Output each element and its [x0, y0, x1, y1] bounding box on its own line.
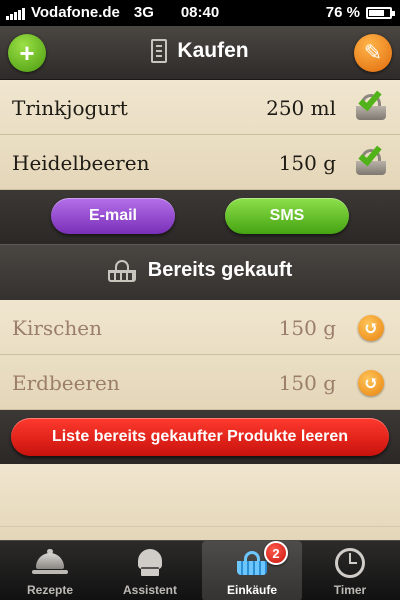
- section-title-text: Bereits gekauft: [147, 259, 293, 281]
- navigation-bar: + Kaufen ✎: [0, 26, 400, 80]
- battery-percent: 76 %: [325, 4, 360, 21]
- restore-item-icon[interactable]: ↺: [358, 315, 384, 341]
- battery-fill: [369, 9, 385, 16]
- bought-section-header: Bereits gekauft: [0, 244, 400, 300]
- tab-label: Rezepte: [26, 583, 73, 597]
- tab-bar: Rezepte Assistent 2 Einkäufe Timer: [0, 540, 400, 600]
- restore-item-icon[interactable]: ↺: [358, 370, 384, 396]
- page-title: Kaufen: [0, 39, 400, 63]
- tab-label: Timer: [333, 583, 367, 597]
- list-item[interactable]: Erdbeeren 150 g ↺: [0, 355, 400, 410]
- cloche-icon: [32, 547, 68, 579]
- item-quantity: 150 g: [278, 151, 336, 175]
- notification-badge: 2: [264, 541, 288, 565]
- basket-body: [356, 161, 386, 175]
- item-quantity: 150 g: [278, 316, 336, 340]
- item-quantity: 150 g: [278, 371, 336, 395]
- undo-arrow-icon: ↺: [363, 372, 379, 394]
- tab-timer[interactable]: Timer: [300, 541, 400, 600]
- empty-list-area: [0, 464, 400, 540]
- clear-button-bar: Liste bereits gekaufter Produkte leeren: [0, 410, 400, 464]
- item-name: Trinkjogurt: [12, 96, 128, 120]
- clear-bought-list-button[interactable]: Liste bereits gekaufter Produkte leeren: [11, 418, 389, 456]
- email-button[interactable]: E-mail: [51, 198, 175, 234]
- status-bar: Vodafone.de 3G 08:40 76 %: [0, 0, 400, 26]
- pencil-icon: ✎: [363, 40, 383, 65]
- tab-rezepte[interactable]: Rezepte: [0, 541, 100, 600]
- page-title-text: Kaufen: [177, 39, 249, 62]
- item-quantity: 250 ml: [266, 96, 336, 120]
- chef-hat-icon: [132, 547, 168, 579]
- item-name: Heidelbeeren: [12, 151, 150, 175]
- section-title: Bereits gekauft: [0, 259, 400, 282]
- item-name: Erdbeeren: [12, 371, 120, 395]
- tab-label: Assistent: [122, 583, 178, 597]
- basket-body: [107, 269, 136, 282]
- tab-assistent[interactable]: Assistent: [100, 541, 200, 600]
- sms-button[interactable]: SMS: [225, 198, 349, 234]
- shopping-list: Trinkjogurt 250 ml Heidelbeeren 150 g: [0, 80, 400, 190]
- list-document-icon: [151, 39, 168, 63]
- bought-list: Kirschen 150 g ↺ Erdbeeren 150 g ↺: [0, 300, 400, 410]
- tab-einkaeufe[interactable]: 2 Einkäufe: [202, 541, 302, 600]
- basket-body: [356, 106, 386, 120]
- undo-arrow-icon: ↺: [363, 317, 379, 339]
- mark-bought-basket-icon[interactable]: [352, 86, 390, 122]
- mark-bought-basket-icon[interactable]: [352, 141, 390, 177]
- tab-label: Einkäufe: [226, 583, 277, 597]
- battery-icon: [366, 6, 395, 19]
- list-item[interactable]: Trinkjogurt 250 ml: [0, 80, 400, 135]
- edit-list-button[interactable]: ✎: [354, 34, 392, 72]
- status-right: 76 %: [325, 4, 395, 21]
- divider: [0, 526, 400, 527]
- list-item[interactable]: Kirschen 150 g ↺: [0, 300, 400, 355]
- list-item[interactable]: Heidelbeeren 150 g: [0, 135, 400, 190]
- basket-icon: [107, 259, 136, 282]
- clock-icon: [332, 547, 368, 579]
- share-button-bar: E-mail SMS: [0, 190, 400, 244]
- item-name: Kirschen: [12, 316, 102, 340]
